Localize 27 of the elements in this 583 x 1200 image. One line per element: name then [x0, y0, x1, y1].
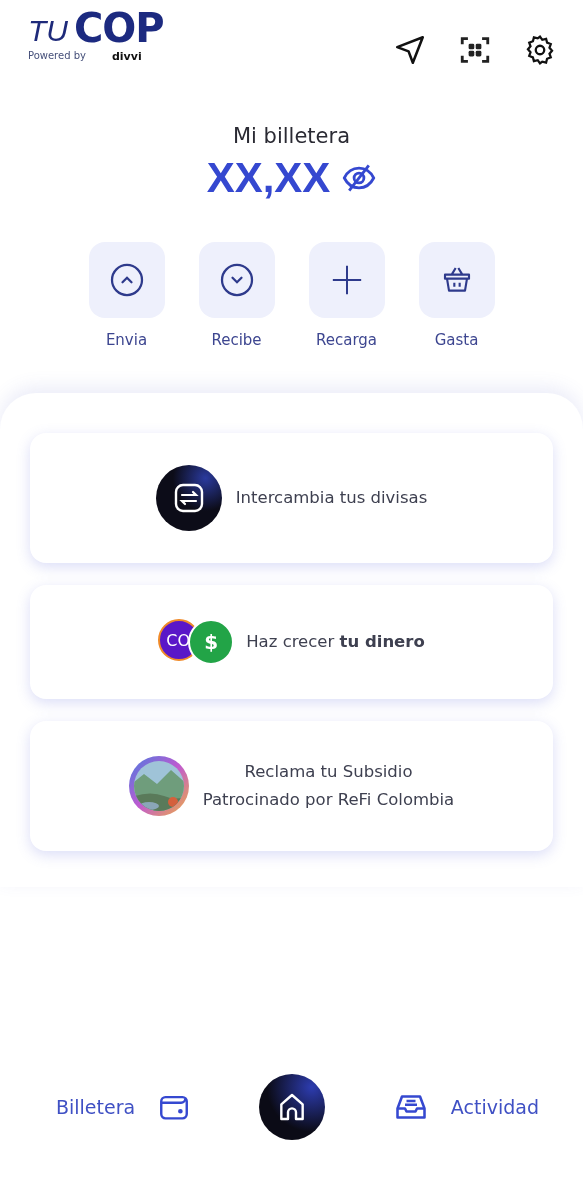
balance-amount: XX,XX — [206, 154, 331, 202]
dollar-coin-text: $ — [188, 619, 235, 665]
send-button[interactable] — [88, 242, 165, 318]
action-label: Recibe — [211, 331, 262, 349]
activity-tab[interactable]: Actividad — [392, 1089, 539, 1125]
logo-brand: COP — [74, 8, 164, 48]
card-text: Intercambia tus divisas — [235, 487, 428, 509]
action-label: Envia — [105, 331, 148, 349]
powered-by-text: Powered by — [28, 50, 86, 63]
action-label: Recarga — [315, 331, 377, 349]
wallet-tab[interactable]: Billetera — [56, 1090, 192, 1124]
partner-name: divvi — [111, 50, 142, 63]
eye-off-icon[interactable] — [342, 164, 377, 192]
send-icon[interactable] — [393, 33, 427, 67]
logo-prefix: TU — [28, 16, 68, 46]
promo-card[interactable]: Reclama tu Subsidio Patrocinado por ReFi Colombia — [30, 721, 553, 851]
chevron-down-circle-icon — [218, 262, 255, 298]
receive-button[interactable] — [198, 242, 275, 318]
card-text: Haz crecer tu dinero — [246, 631, 425, 653]
promo-card[interactable]: CO $ Haz crecer tu dinero — [30, 585, 553, 699]
card-text: Reclama tu Subsidio Patrocinado por ReFi Colombia — [202, 761, 455, 811]
chevron-up-circle-icon — [108, 262, 145, 298]
exchange-icon — [155, 465, 222, 531]
promo-card[interactable]: Intercambia tus divisas — [30, 433, 553, 563]
wallet-title: Mi billetera — [232, 124, 350, 148]
action-label: Gasta — [434, 331, 479, 349]
spend-button[interactable] — [418, 242, 495, 318]
